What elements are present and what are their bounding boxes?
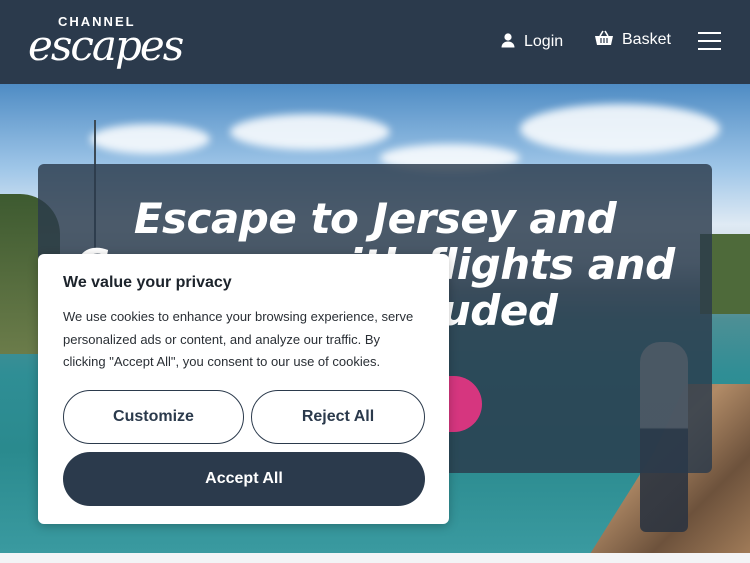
cloud-shape [230, 114, 390, 150]
channel-escapes-logo[interactable]: CHANNEL escapes [28, 14, 184, 70]
cookie-body-text: We use cookies to enhance your browsing … [63, 309, 414, 369]
basket-link[interactable]: Basket [594, 28, 671, 52]
login-link[interactable]: Login [500, 30, 563, 54]
site-header: CHANNEL escapes Login Basket [0, 0, 750, 84]
cloud-shape [90, 124, 210, 154]
hamburger-menu-icon[interactable] [698, 30, 722, 52]
logo-main-text: escapes [28, 21, 184, 70]
cloud-shape [520, 104, 720, 154]
basket-icon [594, 29, 614, 52]
cookie-title: We value your privacy [63, 274, 232, 291]
reject-all-button[interactable]: Reject All [251, 390, 425, 444]
page-bottom-strip [0, 553, 750, 563]
user-icon [500, 32, 516, 53]
cookie-consent-dialog: We value your privacy We use cookies to … [38, 254, 449, 524]
hero-title-line: Escape to Jersey and [133, 194, 617, 243]
login-label: Login [524, 33, 564, 50]
basket-label: Basket [622, 31, 671, 48]
accept-all-button[interactable]: Accept All [63, 452, 425, 506]
customize-button[interactable]: Customize [63, 390, 244, 444]
